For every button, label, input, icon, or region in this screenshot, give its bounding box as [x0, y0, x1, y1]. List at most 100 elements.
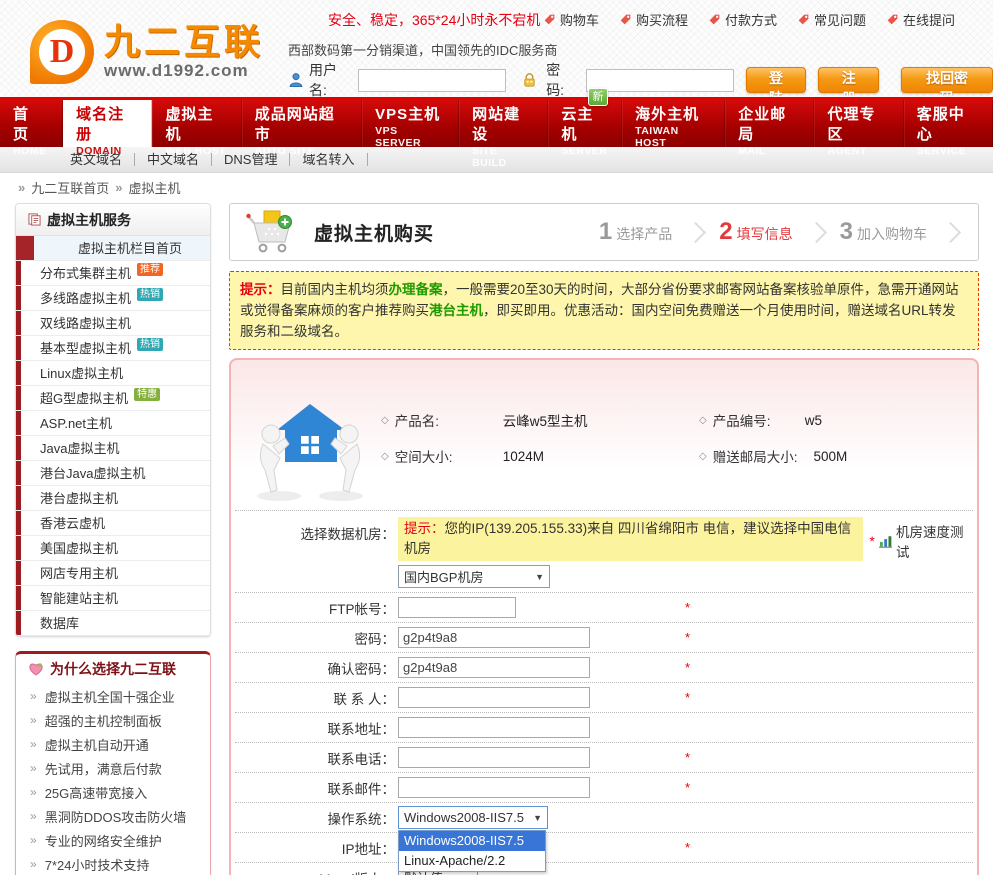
quick-link[interactable]: 购物车 — [543, 10, 599, 29]
field-input[interactable] — [398, 747, 590, 768]
os-option[interactable]: Windows2008-IIS7.5 — [399, 831, 545, 851]
why-item[interactable]: » 7*24小时技术支持 — [16, 852, 210, 875]
nav-item[interactable]: VPS主机 VPS SERVER — [362, 100, 459, 147]
os-dropdown-list: Windows2008-IIS7.5 Linux-Apache/2.2 — [398, 830, 546, 872]
datacenter-select-value: 国内BGP机房 — [404, 567, 483, 586]
speedtest-link[interactable]: 机房速度测试 — [896, 521, 973, 561]
step-number: 1 — [599, 218, 612, 246]
register-button[interactable]: 注 册 — [818, 67, 879, 93]
tag-icon — [543, 13, 556, 26]
breadcrumb-item[interactable]: 九二互联首页 — [31, 178, 109, 197]
step-chevron-icon — [685, 221, 706, 242]
purchase-step: 3 加入购物车 — [840, 218, 927, 246]
nav-item[interactable]: 网站建设 SITE BUILD — [459, 100, 548, 147]
nav-item-zh: 首 页 — [13, 105, 49, 145]
sidebar-item[interactable]: 双线路虚拟主机 — [16, 311, 210, 336]
sidebar-item-label: Linux虚拟主机 — [40, 361, 123, 386]
sidebar-item[interactable]: ASP.net主机 — [16, 411, 210, 436]
required-asterisk: * — [869, 534, 874, 549]
why-item[interactable]: » 超强的主机控制面板 — [16, 708, 210, 732]
why-item[interactable]: » 专业的网络安全维护 — [16, 828, 210, 852]
field-input[interactable] — [398, 777, 590, 798]
os-select[interactable]: Windows2008-IIS7.5 ▼ — [398, 806, 548, 829]
why-item-label: 专业的网络安全维护 — [45, 831, 162, 850]
password-input[interactable] — [586, 69, 734, 92]
field-input[interactable] — [398, 687, 590, 708]
sidebar-item-label: 基本型虚拟主机 — [40, 336, 131, 361]
why-item-label: 7*24小时技术支持 — [45, 855, 150, 874]
sidebar-item[interactable]: 美国虚拟主机 — [16, 536, 210, 561]
sidebar-services-list: 虚拟主机栏目首页 分布式集群主机 推荐 多线路虚拟主机 热销 双线路 — [16, 236, 210, 636]
step-label: 加入购物车 — [857, 224, 927, 244]
quick-link-label: 在线提问 — [903, 10, 955, 29]
field-input[interactable] — [398, 657, 590, 678]
form-row: 联 系 人： * — [235, 683, 973, 713]
sidebar-item-label: 香港云虚机 — [40, 511, 105, 536]
sidebar-item[interactable]: 网店专用主机 — [16, 561, 210, 586]
username-input[interactable] — [358, 69, 506, 92]
login-button[interactable]: 登 陆 — [746, 67, 807, 93]
forgot-password-button[interactable]: 找回密码 — [901, 67, 993, 93]
why-item[interactable]: » 先试用，满意后付款 — [16, 756, 210, 780]
quick-link[interactable]: 在线提问 — [886, 10, 955, 29]
sidebar-item[interactable]: 智能建站主机 — [16, 586, 210, 611]
sidebar-item[interactable]: 港台虚拟主机 — [16, 486, 210, 511]
field-input[interactable] — [398, 627, 590, 648]
nav-item[interactable]: 海外主机 TAIWAN HOST — [622, 100, 725, 147]
why-item-label: 虚拟主机全国十强企业 — [45, 687, 175, 706]
sidebar-item[interactable]: 超G型虚拟主机 特惠 — [16, 386, 210, 411]
required-asterisk: * — [685, 780, 690, 795]
field-label: FTP帐号： — [235, 598, 398, 618]
datacenter-select[interactable]: 国内BGP机房 ▼ — [398, 565, 550, 588]
sidebar-item[interactable]: 基本型虚拟主机 热销 — [16, 336, 210, 361]
quick-link[interactable]: 购买流程 — [619, 10, 688, 29]
product-size-label: 空间大小: — [395, 446, 471, 466]
nav-item[interactable]: 首 页 HOME — [0, 100, 63, 147]
nav-item[interactable]: 企业邮局 MAIL — [725, 100, 814, 147]
notice-link-gangtai[interactable]: 港台主机 — [429, 303, 483, 318]
os-select-value: Windows2008-IIS7.5 — [404, 810, 524, 825]
sidebar-item[interactable]: 数据库 — [16, 611, 210, 636]
breadcrumb-item[interactable]: 虚拟主机 — [128, 178, 180, 197]
os-option[interactable]: Linux-Apache/2.2 — [399, 851, 545, 871]
logo[interactable]: D 九二互联 www.d1992.com — [30, 20, 264, 84]
os-label: 操作系统： — [235, 808, 398, 828]
sidebar-why-title: 为什么选择九二互联 — [50, 659, 176, 679]
sidebar-item[interactable]: Linux虚拟主机 — [16, 361, 210, 386]
sidebar-item-badge: 热销 — [137, 288, 163, 301]
why-item[interactable]: » 黑洞防DDOS攻击防火墙 — [16, 804, 210, 828]
brand-name: 九二互联 — [104, 23, 264, 61]
nav-item[interactable]: 虚拟主机 WEB HOST — [152, 100, 241, 147]
why-item[interactable]: » 虚拟主机全国十强企业 — [16, 684, 210, 708]
why-item[interactable]: » 虚拟主机自动开通 — [16, 732, 210, 756]
sidebar-item[interactable]: Java虚拟主机 — [16, 436, 210, 461]
lock-icon — [522, 72, 537, 88]
why-item[interactable]: » 25G高速带宽接入 — [16, 780, 210, 804]
sidebar-item[interactable]: 港台Java虚拟主机 — [16, 461, 210, 486]
nav-item[interactable]: 成品网站超市 AUTO SITE — [242, 100, 362, 147]
nav-item[interactable]: 代理专区 AGENT — [814, 100, 903, 147]
nav-item[interactable]: 客服中心 SERVICE — [904, 100, 993, 147]
sidebar: 虚拟主机服务 虚拟主机栏目首页 分布式集群主机 推荐 多线路虚拟主机 — [15, 203, 211, 875]
nav-item-zh: 客服中心 — [917, 105, 979, 145]
quick-link[interactable]: 付款方式 — [708, 10, 777, 29]
nav-item[interactable]: 云主机 SERVER — [548, 100, 622, 147]
sidebar-item[interactable]: 多线路虚拟主机 热销 — [16, 286, 210, 311]
step-label: 选择产品 — [616, 224, 672, 244]
field-input[interactable] — [398, 597, 516, 618]
sidebar-item[interactable]: 分布式集群主机 推荐 — [16, 261, 210, 286]
quick-link[interactable]: 常见问题 — [797, 10, 866, 29]
main-content: 虚拟主机购买 1 选择产品 2 填写信息 — [229, 203, 979, 875]
cart-icon — [244, 209, 302, 255]
notice-link-beian[interactable]: 办理备案 — [389, 282, 443, 297]
product-name-value: 云峰w5型主机 — [503, 410, 588, 430]
sidebar-item[interactable]: 虚拟主机栏目首页 — [16, 236, 210, 261]
sidebar-item-label: 超G型虚拟主机 — [40, 386, 128, 411]
sidebar-item-label: 智能建站主机 — [40, 586, 118, 611]
nav-item-zh: 域名注册 — [76, 105, 138, 145]
sidebar-item[interactable]: 香港云虚机 — [16, 511, 210, 536]
nav-item[interactable]: 域名注册 DOMAIN — [63, 100, 152, 147]
field-input[interactable] — [398, 717, 590, 738]
step-chevron-icon — [806, 221, 827, 242]
notice-text: 目前国内主机均须 — [281, 282, 389, 297]
